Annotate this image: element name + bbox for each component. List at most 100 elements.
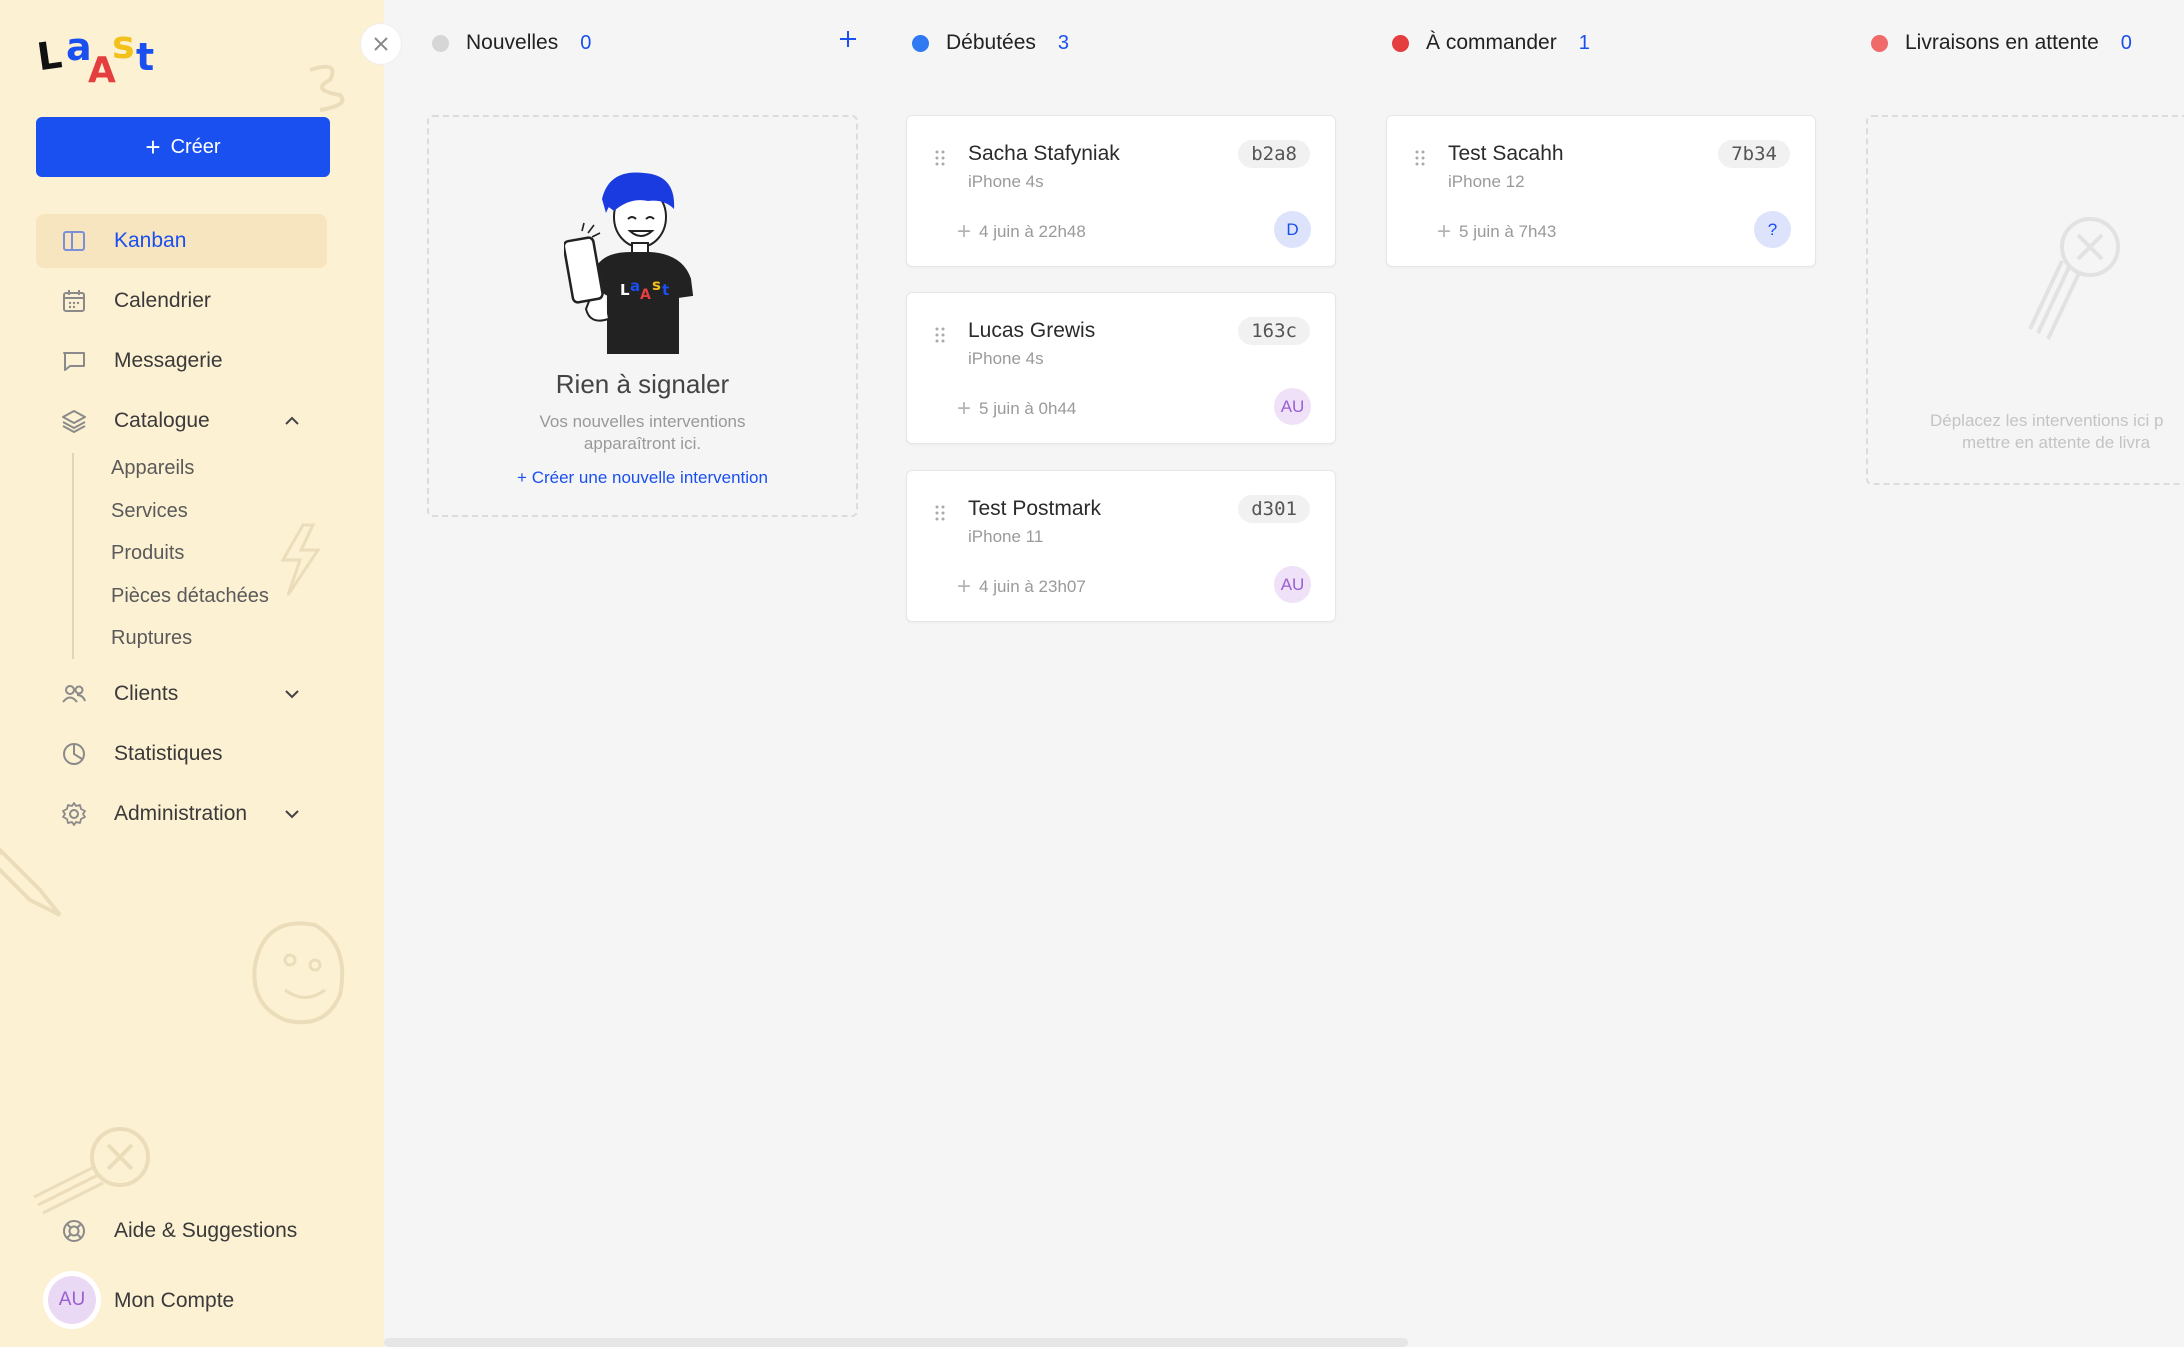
gear-icon [62,802,86,826]
nav-aide[interactable]: Aide & Suggestions [36,1204,327,1258]
nav-catalogue-label: Catalogue [114,409,210,432]
intervention-card[interactable]: Test Sacahh iPhone 12 7b34 +5 juin à 7h4… [1386,115,1816,267]
create-button-label: Créer [170,135,221,158]
lightning-doodle [280,523,321,596]
catalogue-item-appareils[interactable]: Appareils [111,457,194,480]
add-intervention-button[interactable] [833,24,863,54]
intervention-id-badge: d301 [1238,495,1310,523]
sidebar: L a A s t + Créer Kanban Calendrier Mess… [0,0,384,1347]
assignee-avatar[interactable]: AU [1274,566,1311,603]
status-dot [912,34,929,52]
drag-handle-icon[interactable] [1415,150,1425,166]
intervention-card[interactable]: Lucas Grewis iPhone 4s 163c +5 juin à 0h… [906,292,1336,444]
nav-calendrier-label: Calendrier [114,289,211,312]
create-button[interactable]: + Créer [36,117,330,177]
assignee-avatar[interactable]: AU [1274,388,1311,425]
intervention-id-badge: 163c [1238,317,1310,345]
empty-state-title: Rien à signaler [555,369,730,399]
svg-text:L: L [36,32,65,79]
nav-statistiques-label: Statistiques [114,742,223,765]
catalogue-item-pieces[interactable]: Pièces détachées [111,585,269,608]
assignee-avatar[interactable]: ? [1754,211,1791,248]
nav-kanban-label: Kanban [114,229,187,252]
users-icon [62,685,86,703]
client-name: Test Postmark [968,497,1102,520]
client-name: Sacha Stafyniak [968,142,1120,165]
created-date: +4 juin à 22h48 [957,220,1086,244]
chat-icon [63,352,85,371]
column-title: Débutées [946,31,1036,54]
intervention-id-badge: 7b34 [1718,140,1790,168]
empty-state-livraisons: Déplacez les interventions ici p mettre … [1866,115,2184,485]
create-intervention-link[interactable]: + Créer une nouvelle intervention [429,468,856,488]
column-header-livraisons: Livraisons en attente 0 [1871,26,2132,60]
column-count: 0 [580,31,592,54]
plus-icon: + [957,218,972,245]
nav-kanban[interactable]: Kanban [36,214,327,268]
nav-catalogue[interactable]: Catalogue [36,394,327,448]
column-count: 0 [2120,31,2132,54]
close-sidebar-button[interactable] [361,24,401,64]
nav-messagerie-label: Messagerie [114,349,223,372]
chevron-down-icon [285,810,299,819]
catalogue-item-ruptures[interactable]: Ruptures [111,627,192,650]
intervention-id-badge: b2a8 [1238,140,1310,168]
nav-calendrier[interactable]: Calendrier [36,274,327,328]
avatar-initials: AU [48,1276,96,1324]
columns-icon [63,231,85,251]
catalogue-item-produits[interactable]: Produits [111,542,184,565]
empty-state-line1: Déplacez les interventions ici p [1930,411,2164,430]
svg-text:a: a [630,277,640,295]
plus-icon: + [517,468,532,487]
intervention-card[interactable]: Sacha Stafyniak iPhone 4s b2a8 +4 juin à… [906,115,1336,267]
column-header-debutees: Débutées 3 [912,26,1069,60]
svg-text:L: L [620,281,630,299]
screw-illustration [2028,217,2120,340]
svg-text:A: A [640,287,651,303]
plus-icon [840,31,856,47]
intervention-card[interactable]: Test Postmark iPhone 11 d301 +4 juin à 2… [906,470,1336,622]
calendar-icon [63,290,85,312]
column-count: 1 [1578,31,1590,54]
column-title: À commander [1426,31,1557,54]
nav-administration-label: Administration [114,802,248,825]
catalogue-item-services[interactable]: Services [111,500,188,523]
created-date-text: 4 juin à 22h48 [979,222,1086,241]
avatar[interactable]: AU [43,1271,101,1329]
plus-icon: + [957,395,972,422]
nav-administration[interactable]: Administration [36,787,327,841]
client-name: Test Sacahh [1448,142,1564,165]
plus-icon: + [145,132,161,162]
svg-text:s: s [112,23,135,67]
created-date-text: 5 juin à 0h44 [979,399,1077,418]
svg-text:t: t [662,281,669,299]
create-intervention-link-label: Créer une nouvelle intervention [531,468,768,487]
close-icon [374,37,388,51]
nav-compte-label[interactable]: Mon Compte [114,1289,234,1313]
horizontal-scrollbar[interactable] [384,1338,1408,1347]
nav-clients-label: Clients [114,682,179,705]
nav-statistiques[interactable]: Statistiques [36,727,327,781]
face-doodle [252,921,345,1025]
assignee-avatar[interactable]: D [1274,211,1311,248]
status-dot [1392,34,1409,52]
pencil-doodle [0,847,62,917]
svg-text:s: s [652,276,661,294]
drag-handle-icon[interactable] [935,505,945,521]
column-header-commander: À commander 1 [1392,26,1590,60]
created-date: +5 juin à 0h44 [957,397,1076,421]
created-date-text: 5 juin à 7h43 [1459,222,1557,241]
drag-handle-icon[interactable] [935,327,945,343]
plus-icon: + [1437,218,1452,245]
device-name: iPhone 11 [968,527,1044,546]
lifebuoy-icon [63,1220,85,1242]
nav-clients[interactable]: Clients [36,667,327,721]
column-title: Livraisons en attente [1905,31,2099,54]
nav-messagerie[interactable]: Messagerie [36,334,327,388]
device-name: iPhone 12 [1448,172,1525,191]
empty-state-line2: mettre en attente de livra [1962,433,2151,452]
empty-state-line1: Vos nouvelles interventions [539,412,746,431]
chevron-down-icon [285,690,299,699]
drag-handle-icon[interactable] [935,150,945,166]
column-header-nouvelles: Nouvelles 0 [432,26,591,60]
